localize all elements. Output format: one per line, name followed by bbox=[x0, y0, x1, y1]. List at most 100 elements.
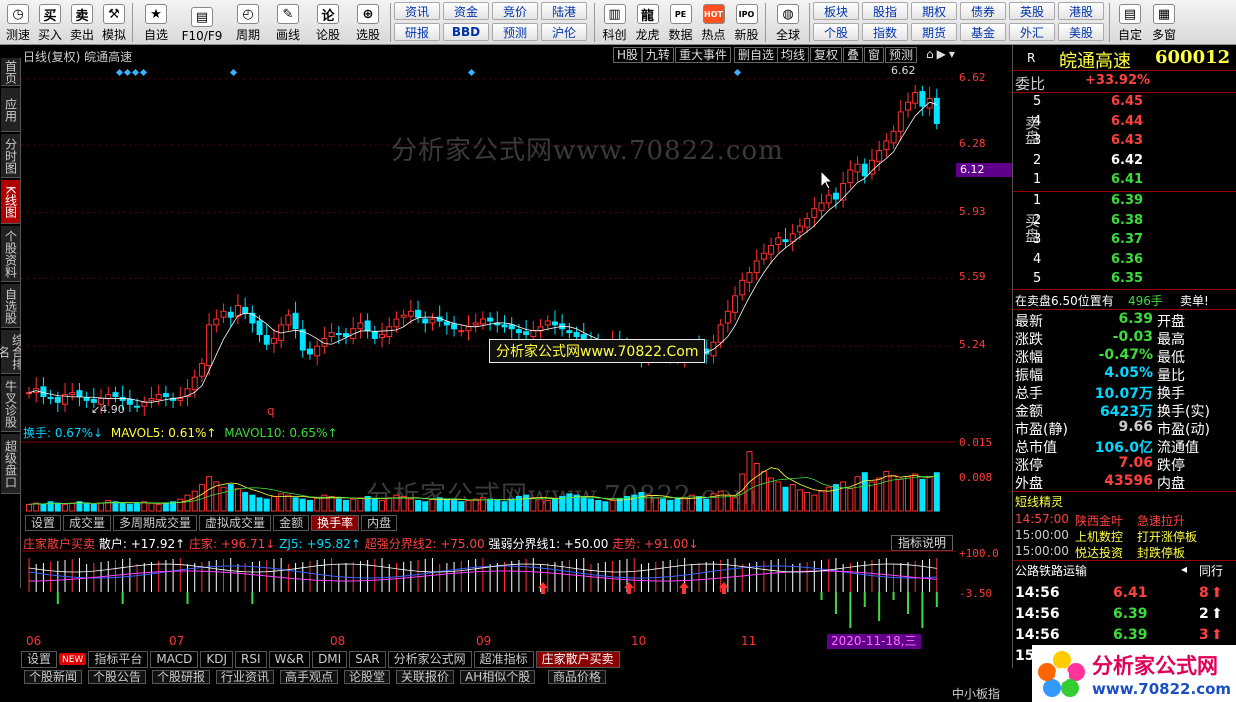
toolbar-market-top-3[interactable]: 债券 bbox=[960, 2, 1006, 20]
toolbar-f10-button[interactable]: ▤ F10/F9 bbox=[176, 2, 228, 43]
toolbar-buy-button[interactable]: 买买入 bbox=[34, 2, 66, 43]
left-tab-3[interactable]: K线图 bbox=[1, 180, 20, 224]
indicator-chart[interactable] bbox=[21, 550, 956, 632]
candlestick-chart[interactable]: 6.62 ↙4.90 q bbox=[21, 61, 956, 421]
toolbar-small-top-2[interactable]: 竞价 bbox=[492, 2, 538, 20]
sell-level-row[interactable]: 4 6.44 bbox=[1013, 114, 1236, 132]
left-tab-0[interactable]: 首页 bbox=[1, 58, 20, 86]
toolbar-small-bottom-2[interactable]: 预测 bbox=[492, 23, 538, 41]
info-tab-4[interactable]: 高手观点 bbox=[280, 670, 339, 684]
left-tab-2[interactable]: 分时图 bbox=[1, 134, 20, 178]
hot-icon: HOT bbox=[702, 4, 725, 24]
toolbar-star-button[interactable]: ★ 自选 bbox=[136, 2, 176, 43]
toolbar-market-top-2[interactable]: 期权 bbox=[911, 2, 957, 20]
toolbar-small-bottom-0[interactable]: 研报 bbox=[394, 23, 440, 41]
left-tab-1[interactable]: 应用 bbox=[1, 88, 20, 132]
toolbar-market-top-0[interactable]: 板块 bbox=[813, 2, 859, 20]
candle bbox=[54, 391, 61, 412]
toolbar-sell-button[interactable]: 卖卖出 bbox=[66, 2, 98, 43]
candle bbox=[162, 385, 169, 407]
info-tab-1[interactable]: 个股公告 bbox=[88, 670, 147, 684]
price-axis-label-0: 6.62 bbox=[959, 71, 986, 84]
toolbar-small-bottom-1[interactable]: BBD bbox=[443, 23, 489, 41]
info-tab-5[interactable]: 论股堂 bbox=[344, 670, 391, 684]
buy-level-row[interactable]: 5 6.35 bbox=[1013, 271, 1236, 289]
toolbar-sci-button[interactable]: ▥ 科创 bbox=[598, 2, 631, 43]
buy-level-row[interactable]: 1 6.39 bbox=[1013, 193, 1236, 211]
volume-subtab-4[interactable]: 金额 bbox=[273, 515, 310, 531]
toolbar-pen-button[interactable]: ✎ 画线 bbox=[268, 2, 308, 43]
left-tab-8[interactable]: 超级盘口 bbox=[1, 434, 20, 494]
info-tab-7[interactable]: AH相似个股 bbox=[460, 670, 536, 684]
left-tab-6[interactable]: 综合排名 bbox=[0, 330, 25, 374]
month-label-5: 11 bbox=[741, 634, 757, 648]
sell-level-row[interactable]: 3 6.43 bbox=[1013, 133, 1236, 151]
toolbar-small-top-0[interactable]: 资讯 bbox=[394, 2, 440, 20]
volume-subtab-3[interactable]: 虚拟成交量 bbox=[199, 515, 272, 531]
sell-level-row[interactable]: 1 6.41 bbox=[1013, 172, 1236, 190]
volume-subtab-0[interactable]: 设置 bbox=[25, 515, 62, 531]
sell-level-row[interactable]: 2 6.42 bbox=[1013, 153, 1236, 171]
toolbar-multiwin-button[interactable]: ▦ 多窗 bbox=[1147, 2, 1181, 43]
indicator-tab-5[interactable]: W&R bbox=[268, 651, 311, 668]
toolbar-small-top-1[interactable]: 资金 bbox=[443, 2, 489, 20]
sell-level-row[interactable]: 5 6.45 bbox=[1013, 94, 1236, 112]
indicator-axis-label-1: +100.0 bbox=[959, 547, 999, 560]
sector-extra[interactable]: 同行 bbox=[1199, 562, 1223, 579]
toolbar-globe-button[interactable]: ◍ 全球 bbox=[769, 2, 807, 43]
toolbar-discuss-button[interactable]: 论论股 bbox=[308, 2, 348, 43]
volume-subtab-1[interactable]: 成交量 bbox=[63, 515, 112, 531]
toolbar-period-button[interactable]: ◴ 周期 bbox=[228, 2, 268, 43]
info-tab-8[interactable]: 商品价格 bbox=[548, 670, 607, 684]
indicator-tab-9[interactable]: 超准指标 bbox=[473, 651, 534, 668]
toolbar-market-top-5[interactable]: 港股 bbox=[1058, 2, 1104, 20]
toolbar-dragon-button[interactable]: 龍龙虎 bbox=[631, 2, 664, 43]
info-tab-6[interactable]: 关联报价 bbox=[396, 670, 455, 684]
indicator-tab-10[interactable]: 庄家散户买卖 bbox=[535, 651, 620, 668]
toolbar-hot-button[interactable]: HOT 热点 bbox=[697, 2, 730, 43]
toolbar-ipo-button[interactable]: IPO 新股 bbox=[730, 2, 763, 43]
toolbar-market-bottom-4[interactable]: 外汇 bbox=[1009, 23, 1055, 41]
indicator-tab-4[interactable]: RSI bbox=[235, 651, 267, 668]
indicator-help-button[interactable]: 指标说明 bbox=[891, 535, 954, 551]
toolbar-small-bottom-3[interactable]: 沪伦 bbox=[541, 23, 587, 41]
left-tab-4[interactable]: 个股资料 bbox=[1, 226, 20, 282]
buy-level-row[interactable]: 4 6.36 bbox=[1013, 252, 1236, 270]
buy-level-row[interactable]: 2 6.38 bbox=[1013, 213, 1236, 231]
left-tab-7[interactable]: 牛叉诊股 bbox=[1, 376, 20, 432]
sector-prev-icon[interactable]: ◂ bbox=[1181, 562, 1187, 576]
indicator-zj5: ZJ5: +95.82↑ bbox=[279, 537, 361, 551]
toolbar-clock-button[interactable]: ◷ 测速 bbox=[2, 2, 34, 43]
volume-subtab-5[interactable]: 换手率 bbox=[311, 515, 360, 531]
indicator-tab-1[interactable]: 指标平台 bbox=[88, 651, 149, 668]
info-tab-2[interactable]: 个股研报 bbox=[152, 670, 211, 684]
stat-key: 市盈(静) bbox=[1015, 422, 1068, 438]
indicator-tab-6[interactable]: DMI bbox=[312, 651, 348, 668]
indicator-tab-7[interactable]: SAR bbox=[349, 651, 386, 668]
toolbar-select-stock-button[interactable]: ⊕ 选股 bbox=[348, 2, 388, 43]
toolbar-market-bottom-2[interactable]: 期货 bbox=[911, 23, 957, 41]
toolbar-market-bottom-0[interactable]: 个股 bbox=[813, 23, 859, 41]
toolbar-market-top-1[interactable]: 股指 bbox=[862, 2, 908, 20]
price-axis-label-3: 5.59 bbox=[959, 270, 986, 284]
left-tab-5[interactable]: 自选股 bbox=[1, 284, 20, 328]
toolbar-hammer-button[interactable]: ⚒ 模拟 bbox=[98, 2, 130, 43]
toolbar-data-button[interactable]: PE 数据 bbox=[664, 2, 697, 43]
toolbar-small-top-3[interactable]: 陆港 bbox=[541, 2, 587, 20]
buy-level-row[interactable]: 3 6.37 bbox=[1013, 232, 1236, 250]
indicator-tab-3[interactable]: KDJ bbox=[200, 651, 233, 668]
indicator-tab-0[interactable]: 设置 bbox=[21, 651, 58, 668]
volume-chart[interactable] bbox=[21, 441, 956, 513]
volume-subtab-6[interactable]: 内盘 bbox=[361, 515, 398, 531]
toolbar-market-bottom-1[interactable]: 指数 bbox=[862, 23, 908, 41]
toolbar-custom-button[interactable]: ▤ 自定 bbox=[1113, 2, 1147, 43]
divider bbox=[765, 3, 766, 42]
info-tab-3[interactable]: 行业资讯 bbox=[216, 670, 275, 684]
indicator-tab-8[interactable]: 分析家公式网 bbox=[387, 651, 472, 668]
toolbar-market-top-4[interactable]: 英股 bbox=[1009, 2, 1055, 20]
toolbar-market-bottom-5[interactable]: 美股 bbox=[1058, 23, 1104, 41]
toolbar-market-bottom-3[interactable]: 基金 bbox=[960, 23, 1006, 41]
indicator-tab-2[interactable]: MACD bbox=[150, 651, 199, 668]
info-tab-0[interactable]: 个股新闻 bbox=[24, 670, 83, 684]
volume-subtab-2[interactable]: 多周期成交量 bbox=[113, 515, 198, 531]
